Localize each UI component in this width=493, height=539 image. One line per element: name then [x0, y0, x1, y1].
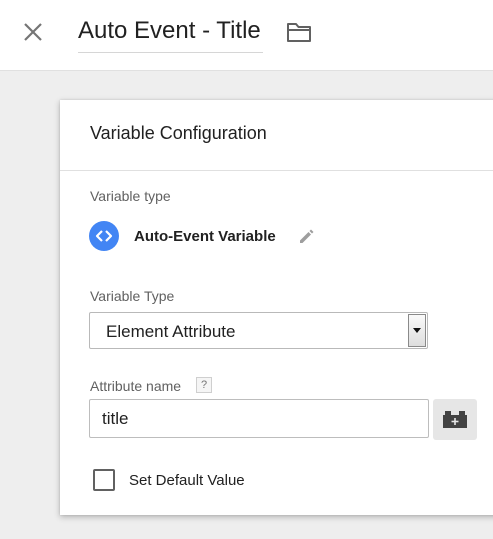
card-divider: [60, 170, 493, 171]
card-heading: Variable Configuration: [90, 123, 267, 143]
variable-type-select[interactable]: Element Attribute: [89, 312, 428, 349]
help-icon[interactable]: ?: [196, 377, 212, 393]
lego-block-icon: [443, 411, 467, 428]
title-field[interactable]: Auto Event - Title: [78, 14, 263, 53]
default-value-checkbox[interactable]: [93, 469, 115, 491]
attribute-name-label: Attribute name: [90, 378, 182, 394]
variable-type-label: Variable type: [90, 188, 171, 204]
chevron-down-icon[interactable]: [408, 314, 426, 347]
default-value-label: Set Default Value: [129, 472, 245, 489]
variable-type-name: Auto-Event Variable: [134, 228, 276, 245]
folder-icon[interactable]: [285, 20, 313, 44]
attribute-name-input[interactable]: [89, 399, 429, 438]
variable-type-select-label: Variable Type: [90, 288, 175, 304]
page-title[interactable]: Auto Event - Title: [78, 17, 261, 44]
pencil-icon[interactable]: [298, 227, 316, 245]
editor-header: Auto Event - Title: [0, 0, 493, 71]
variable-picker-button[interactable]: [433, 399, 477, 440]
close-icon[interactable]: [20, 19, 46, 45]
code-brackets-icon: [89, 221, 119, 251]
variable-configuration-card: Variable Configuration Variable type Aut…: [60, 100, 493, 515]
variable-type-select-value: Element Attribute: [106, 322, 236, 341]
